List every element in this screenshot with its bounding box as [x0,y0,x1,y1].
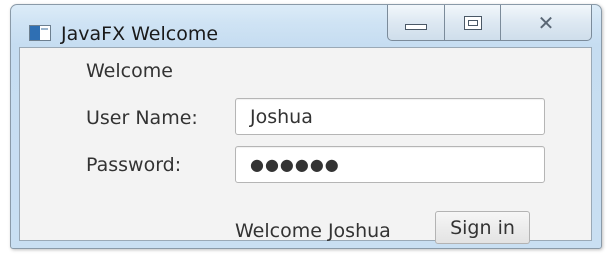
login-form: Welcome User Name: Joshua Password: ●●●●… [19,47,592,244]
title-bar[interactable]: JavaFX Welcome ✕ [11,5,601,47]
password-input[interactable]: ●●●●●● [235,146,545,183]
username-label: User Name: [86,107,198,129]
minimize-icon [405,23,427,30]
app-icon[interactable] [29,25,51,41]
close-button[interactable]: ✕ [501,5,592,41]
welcome-heading: Welcome [86,60,173,82]
password-value: ●●●●●● [250,155,340,174]
username-value: Joshua [250,105,313,128]
caption-buttons: ✕ [387,5,592,41]
maximize-icon [463,15,482,30]
minimize-button[interactable] [387,5,445,41]
password-label: Password: [86,154,182,176]
maximize-button[interactable] [445,5,501,41]
username-input[interactable]: Joshua [235,98,545,135]
window-title: JavaFX Welcome [61,23,219,45]
status-text: Welcome Joshua [235,220,391,242]
app-window: JavaFX Welcome ✕ Welcome User Name: Josh… [10,4,602,249]
sign-in-button[interactable]: Sign in [435,211,530,244]
close-icon: ✕ [537,10,555,35]
